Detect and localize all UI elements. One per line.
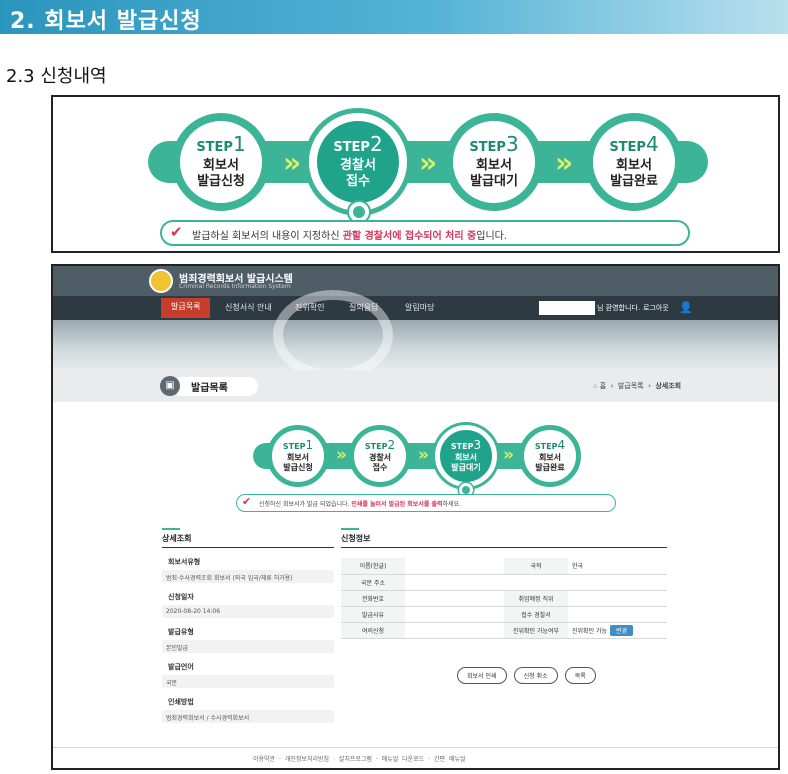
status-notice: ✔ 발급하실 회보서의 내용이 지정하신 관할 경찰서에 접수되어 처리 중입니…	[160, 220, 690, 246]
inner-status-notice: ✔ 신청하신 회보서가 발급 되었습니다. 인쇄를 눌러서 발급된 회보서를 출…	[236, 494, 616, 512]
field-value: 범죄·수사경력조회 회보서 (외국 입국/체류 허가용)	[162, 570, 334, 583]
table-row: 전화번호 취업예정 직위	[341, 590, 667, 607]
field-label: 인쇄방법	[168, 698, 194, 706]
stepper-panel: STEP1 회보서 발급신청 » STEP2 경찰서 접수 » STEP3 회보서 발…	[51, 95, 780, 253]
greeting-text: 님 환영합니다.	[597, 304, 641, 312]
step-arrow-icon: »	[336, 445, 347, 465]
page-title: 발급목록	[177, 377, 258, 396]
field-value: 본인발급	[162, 640, 334, 653]
footer-link-quick-manual[interactable]: 간편 매뉴얼	[434, 756, 466, 763]
info-heading: 신청정보	[341, 528, 370, 544]
field-label: 발급언어	[168, 663, 194, 671]
current-step-pin-icon	[349, 202, 369, 222]
verify-status: 진위확인 가능	[572, 627, 608, 635]
nav-item-issue-list[interactable]: 발급목록	[161, 298, 211, 318]
breadcrumb-bar: 발급목록 ▣ ⌂ 홈 › 발급목록 › 상세조회	[53, 370, 778, 402]
print-report-button[interactable]: 회보서 인쇄	[457, 667, 507, 684]
logout-link[interactable]: 로그아웃	[643, 303, 669, 313]
site-topbar: 범죄경력회보서 발급시스템 Criminal Records Informati…	[53, 266, 778, 296]
table-row: 발급사유 접수 경찰서	[341, 606, 667, 623]
step-arrow-icon: »	[283, 146, 301, 179]
field-value: 2020-08-20 14:06	[162, 605, 334, 618]
user-name-redacted	[539, 301, 595, 315]
footer-link-privacy[interactable]: 개인정보처리방침	[285, 756, 329, 763]
footer-link-manual-download[interactable]: 매뉴얼 다운로드	[382, 756, 425, 763]
step-arrow-icon: »	[555, 146, 573, 179]
site-subtitle: Criminal Records Information System	[179, 283, 291, 290]
check-icon: ✔	[242, 495, 252, 508]
section-title: 2. 회보서 발급신청	[10, 9, 202, 34]
step-2-active: STEP2 경찰서 접수	[309, 113, 407, 211]
table-row: 이름(한글) 국적 한국	[341, 558, 667, 575]
step-arrow-icon: »	[503, 445, 514, 465]
user-icon[interactable]: 👤	[679, 301, 693, 315]
footer-link-terms[interactable]: 이용약관	[253, 756, 275, 763]
back-to-list-button[interactable]: 목록	[564, 667, 596, 684]
site-nav: 발급목록 신청서식 안내 진위확인 질의응답 알림마당 님 환영합니다. 로그아…	[53, 296, 778, 320]
list-icon: ▣	[160, 376, 180, 396]
nav-item-form-guide[interactable]: 신청서식 안내	[225, 302, 272, 313]
inner-step-3-active: STEP3 회보서 발급대기	[435, 425, 497, 487]
section-header-bar: 2. 회보서 발급신청	[0, 0, 788, 34]
application-info: 신청정보 이름(한글) 국적 한국 국문 주소 전화번호 취업예정 직위 발급사유…	[341, 528, 667, 639]
site-screenshot: 범죄경력회보서 발급시스템 Criminal Records Informati…	[51, 264, 780, 770]
field-label: 발급유형	[168, 628, 194, 636]
inner-step-4: STEP4 회보서 발급완료	[519, 425, 581, 487]
site-footer: 이용약관 · 개인정보처리방침 · 설치프로그램 · 매뉴얼 다운로드 · 간편…	[53, 747, 778, 768]
home-icon[interactable]: ⌂	[593, 382, 597, 390]
cancel-application-button[interactable]: 신청 취소	[513, 667, 558, 684]
inner-step-1: STEP1 회보서 발급신청	[267, 425, 329, 487]
detail-heading: 상세조회	[162, 528, 191, 544]
breadcrumb-issue-list[interactable]: 발급목록	[618, 382, 644, 390]
table-row: 국문 주소	[341, 574, 667, 591]
step-3: STEP3 회보서 발급대기	[445, 113, 543, 211]
nav-item-notice[interactable]: 알림마당	[405, 302, 434, 313]
police-logo-icon	[149, 269, 173, 293]
field-label: 신청일자	[168, 593, 194, 601]
breadcrumb-home[interactable]: 홈	[600, 382, 606, 390]
field-value: 국문	[162, 675, 334, 688]
footer-link-install[interactable]: 설치프로그램	[339, 756, 372, 763]
step-arrow-icon: »	[418, 445, 429, 465]
check-icon: ✔	[170, 223, 183, 241]
breadcrumb: ⌂ 홈 › 발급목록 › 상세조회	[593, 382, 682, 390]
table-row: 여의신청 진위확인 가능여부 진위확인 가능 변경	[341, 622, 667, 639]
breadcrumb-current: 상세조회	[655, 382, 682, 390]
hero-banner	[53, 290, 778, 380]
step-4: STEP4 회보서 발급완료	[585, 113, 683, 211]
section-subtitle: 2.3 신청내역	[6, 66, 107, 87]
step-arrow-icon: »	[419, 146, 437, 179]
step-1: STEP1 회보서 발급신청	[172, 113, 270, 211]
field-label: 회보서유형	[168, 558, 201, 566]
change-button[interactable]: 변경	[610, 624, 634, 636]
inner-step-2: STEP2 경찰서 접수	[349, 425, 411, 487]
magnifier-decoration	[273, 290, 393, 380]
detail-panel: 상세조회 회보서유형 범죄·수사경력조회 회보서 (외국 입국/체류 허가용) …	[162, 528, 334, 723]
action-buttons: 회보서 인쇄 신청 취소 목록	[457, 663, 598, 684]
info-table: 이름(한글) 국적 한국 국문 주소 전화번호 취업예정 직위 발급사유 접수 경…	[341, 558, 667, 639]
field-value: 범죄경력회보서 / 수사경력회보서	[162, 710, 334, 723]
